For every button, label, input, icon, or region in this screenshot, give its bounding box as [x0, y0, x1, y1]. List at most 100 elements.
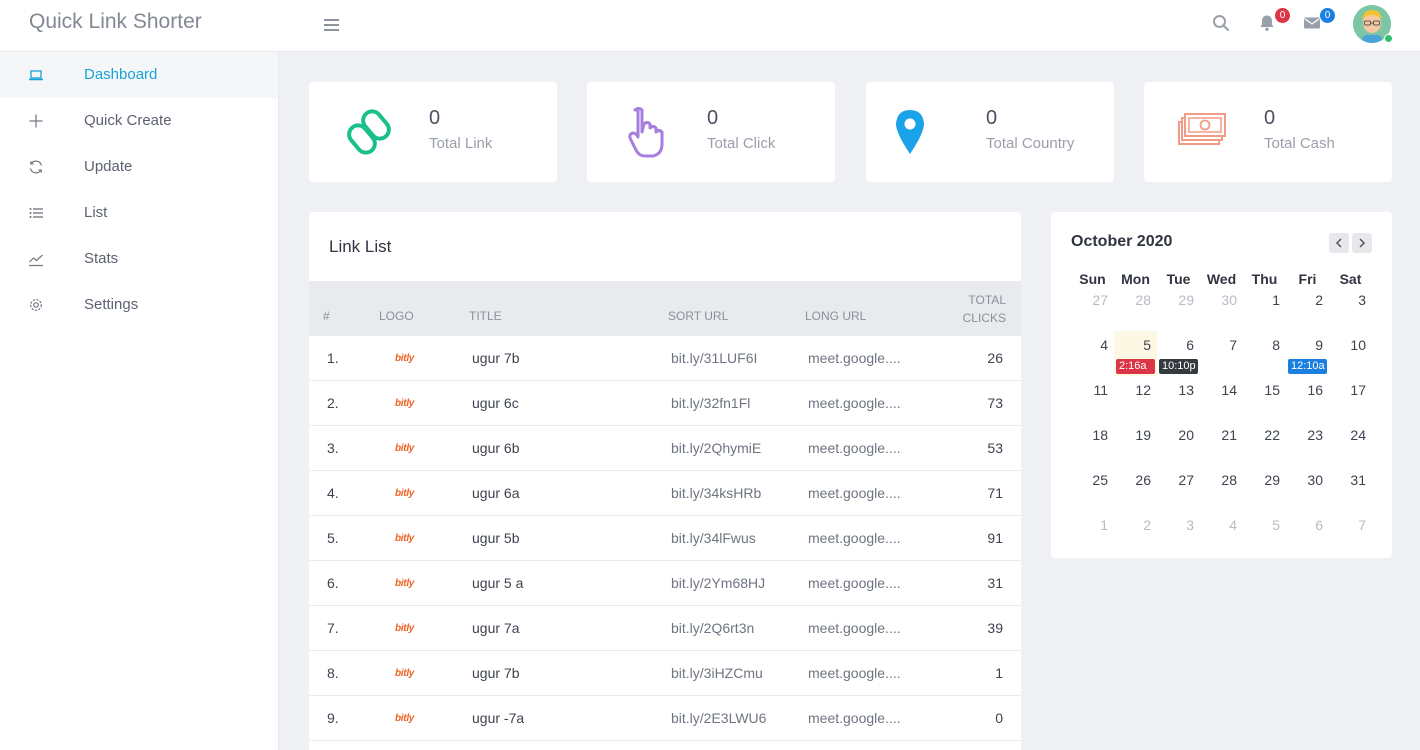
row-short-url[interactable]: bit.ly/2Ym68HJ — [671, 575, 765, 591]
calendar-event[interactable]: 12:10a — [1288, 359, 1327, 374]
row-long-url[interactable]: meet.google.... — [808, 665, 901, 681]
gear-icon — [30, 299, 42, 311]
column-header-logo[interactable]: LOGO — [379, 309, 414, 323]
messages-button[interactable]: 0 — [1303, 8, 1335, 36]
row-number: 8. — [327, 665, 339, 681]
row-short-url[interactable]: bit.ly/2E3LWU6 — [671, 710, 766, 726]
table-row[interactable]: 7. bitly ugur 7a bit.ly/2Q6rt3n meet.google.… — [309, 606, 1021, 651]
calendar-prev-button[interactable] — [1329, 233, 1349, 253]
calendar-day-cell[interactable]: 12 — [1114, 376, 1157, 421]
table-row[interactable]: 3. bitly ugur 6b bit.ly/2QhymiE meet.google.… — [309, 426, 1021, 471]
calendar-day-cell[interactable]: 1 — [1243, 286, 1286, 331]
calendar-day-cell[interactable]: 6 — [1286, 511, 1329, 556]
brand-title[interactable]: Quick Link Shorter — [29, 10, 202, 34]
calendar-day-cell[interactable]: 4 — [1200, 511, 1243, 556]
sidebar-item-quick-create[interactable]: Quick Create — [0, 98, 278, 144]
row-short-url[interactable]: bit.ly/34lFwus — [671, 530, 756, 546]
calendar-day-cell[interactable]: 27 — [1157, 466, 1200, 511]
calendar-day-cell[interactable]: 19 — [1114, 421, 1157, 466]
row-short-url[interactable]: bit.ly/32fn1Fl — [671, 395, 750, 411]
column-header-long-url[interactable]: LONG URL — [805, 309, 866, 323]
sidebar-item-stats[interactable]: Stats — [0, 236, 278, 282]
calendar-day-cell[interactable]: 1 — [1071, 511, 1114, 556]
bitly-logo: bitly — [395, 488, 415, 499]
calendar-day-cell[interactable]: 28 — [1114, 286, 1157, 331]
table-row[interactable]: 8. bitly ugur 7b bit.ly/3iHZCmu meet.google.… — [309, 651, 1021, 696]
calendar-day-cell[interactable]: 30 — [1286, 466, 1329, 511]
row-long-url[interactable]: meet.google.... — [808, 620, 901, 636]
table-row[interactable]: 2. bitly ugur 6c bit.ly/32fn1Fl meet.google.… — [309, 381, 1021, 426]
calendar-next-button[interactable] — [1352, 233, 1372, 253]
column-header-short-url[interactable]: SORT URL — [668, 309, 728, 323]
stat-card-total-country: 0 Total Country — [866, 82, 1114, 182]
row-number: 3. — [327, 440, 339, 456]
calendar-day-number: 4 — [1100, 337, 1108, 353]
row-short-url[interactable]: bit.ly/2QhymiE — [671, 440, 761, 456]
search-icon[interactable] — [1212, 14, 1234, 36]
calendar-event[interactable]: 2:16a — [1116, 359, 1155, 374]
column-header-num[interactable]: # — [323, 309, 330, 323]
column-header-total-line: TOTAL — [968, 293, 1006, 307]
notification-bell-button[interactable]: 0 — [1258, 8, 1290, 36]
table-row[interactable]: 1. bitly ugur 7b bit.ly/31LUF6I meet.google.… — [309, 336, 1021, 381]
calendar-day-cell[interactable]: 5 — [1243, 511, 1286, 556]
calendar-day-cell[interactable]: 18 — [1071, 421, 1114, 466]
table-row[interactable]: 4. bitly ugur 6a bit.ly/34ksHRb meet.google.… — [309, 471, 1021, 516]
calendar-day-cell[interactable]: 11 — [1071, 376, 1114, 421]
calendar-event[interactable]: 10:10p — [1159, 359, 1198, 374]
calendar-day-cell[interactable]: 24 — [1329, 421, 1372, 466]
calendar-day-number: 27 — [1092, 292, 1108, 308]
row-short-url[interactable]: bit.ly/34ksHRb — [671, 485, 761, 501]
row-short-url[interactable]: bit.ly/2Q6rt3n — [671, 620, 754, 636]
sidebar-item-settings[interactable]: Settings — [0, 282, 278, 328]
calendar-day-cell[interactable]: 2 — [1114, 511, 1157, 556]
calendar-day-cell[interactable]: 17 — [1329, 376, 1372, 421]
row-long-url[interactable]: meet.google.... — [808, 395, 901, 411]
calendar-day-cell[interactable]: 15 — [1243, 376, 1286, 421]
calendar-day-cell[interactable]: 16 — [1286, 376, 1329, 421]
sidebar-item-list[interactable]: List — [0, 190, 278, 236]
row-long-url[interactable]: meet.google.... — [808, 485, 901, 501]
calendar-day-cell[interactable]: 30 — [1200, 286, 1243, 331]
calendar-day-cell[interactable]: 7 — [1200, 331, 1243, 376]
stat-value: 0 — [429, 107, 441, 129]
table-row[interactable]: 9. bitly ugur -7a bit.ly/2E3LWU6 meet.google… — [309, 696, 1021, 741]
calendar-day-cell[interactable]: 29 — [1157, 286, 1200, 331]
chevron-right-icon — [1359, 238, 1366, 248]
row-short-url[interactable]: bit.ly/3iHZCmu — [671, 665, 763, 681]
calendar-day-cell[interactable]: 8 — [1243, 331, 1286, 376]
calendar-day-cell[interactable]: 7 — [1329, 511, 1372, 556]
table-row[interactable]: 6. bitly ugur 5 a bit.ly/2Ym68HJ meet.google… — [309, 561, 1021, 606]
calendar-day-cell[interactable]: 23 — [1286, 421, 1329, 466]
column-header-clicks-line: CLICKS — [962, 311, 1006, 325]
row-long-url[interactable]: meet.google.... — [808, 710, 901, 726]
calendar-day-cell[interactable]: 4 — [1071, 331, 1114, 376]
sidebar-item-update[interactable]: Update — [0, 144, 278, 190]
calendar-day-cell[interactable]: 28 — [1200, 466, 1243, 511]
calendar-day-cell[interactable]: 13 — [1157, 376, 1200, 421]
calendar-day-cell[interactable]: 14 — [1200, 376, 1243, 421]
calendar-day-cell[interactable]: 10 — [1329, 331, 1372, 376]
calendar-day-cell[interactable]: 20 — [1157, 421, 1200, 466]
calendar-day-number: 29 — [1178, 292, 1194, 308]
row-long-url[interactable]: meet.google.... — [808, 575, 901, 591]
calendar-day-cell[interactable]: 3 — [1157, 511, 1200, 556]
calendar-day-cell[interactable]: 2 — [1286, 286, 1329, 331]
column-header-title[interactable]: TITLE — [469, 309, 502, 323]
calendar-day-cell[interactable]: 26 — [1114, 466, 1157, 511]
calendar-day-cell[interactable]: 31 — [1329, 466, 1372, 511]
row-long-url[interactable]: meet.google.... — [808, 530, 901, 546]
calendar-day-cell[interactable]: 29 — [1243, 466, 1286, 511]
column-header-total-clicks[interactable]: TOTAL CLICKS — [963, 291, 1006, 327]
calendar-day-cell[interactable]: 27 — [1071, 286, 1114, 331]
calendar-day-cell[interactable]: 25 — [1071, 466, 1114, 511]
row-long-url[interactable]: meet.google.... — [808, 350, 901, 366]
row-short-url[interactable]: bit.ly/31LUF6I — [671, 350, 757, 366]
calendar-day-cell[interactable]: 3 — [1329, 286, 1372, 331]
table-row[interactable]: 5. bitly ugur 5b bit.ly/34lFwus meet.google.… — [309, 516, 1021, 561]
menu-toggle-button[interactable] — [324, 16, 341, 36]
row-long-url[interactable]: meet.google.... — [808, 440, 901, 456]
sidebar-item-dashboard[interactable]: Dashboard — [0, 52, 278, 98]
calendar-day-cell[interactable]: 21 — [1200, 421, 1243, 466]
calendar-day-cell[interactable]: 22 — [1243, 421, 1286, 466]
